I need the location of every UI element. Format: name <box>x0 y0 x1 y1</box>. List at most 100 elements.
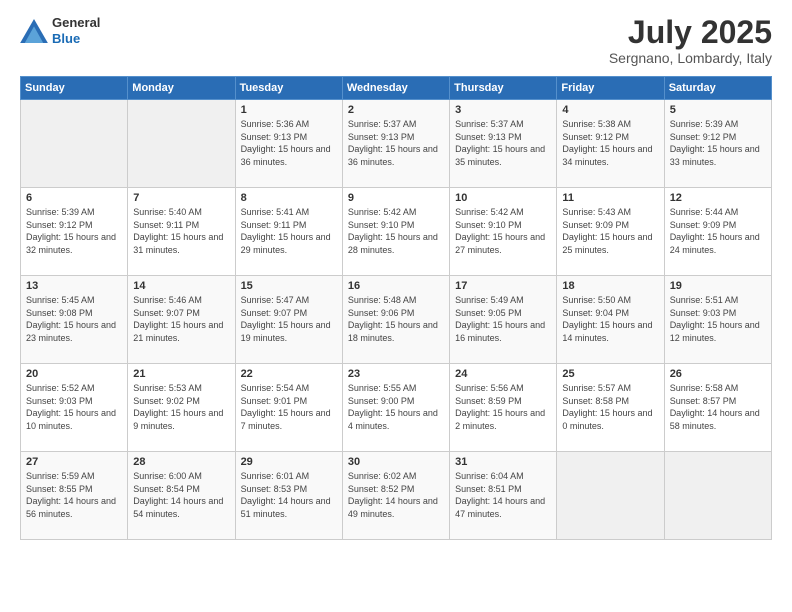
calendar-week-row: 27 Sunrise: 5:59 AM Sunset: 8:55 PM Dayli… <box>21 452 772 540</box>
logo-icon <box>20 19 48 43</box>
day-number: 24 <box>455 368 551 380</box>
day-number: 28 <box>133 456 229 468</box>
day-number: 26 <box>670 368 766 380</box>
day-info: Sunrise: 5:46 AM Sunset: 9:07 PM Dayligh… <box>133 294 229 344</box>
calendar-week-row: 6 Sunrise: 5:39 AM Sunset: 9:12 PM Daylig… <box>21 188 772 276</box>
calendar-cell: 13Sunrise: 5:45 AM Sunset: 9:08 PM Dayli… <box>21 276 128 364</box>
calendar-cell: 20 Sunrise: 5:52 AM Sunset: 9:03 PM Dayli… <box>21 364 128 452</box>
day-info: Sunrise: 5:40 AM Sunset: 9:11 PM Dayligh… <box>133 206 229 256</box>
day-number: 21 <box>133 368 229 380</box>
day-info: Sunrise: 5:38 AM Sunset: 9:12 PM Dayligh… <box>562 118 658 168</box>
calendar-cell: 28 Sunrise: 6:00 AM Sunset: 8:54 PM Dayli… <box>128 452 235 540</box>
month-title: July 2025 <box>609 15 772 50</box>
col-saturday: Saturday <box>664 77 771 100</box>
logo: General Blue <box>20 15 100 46</box>
day-number: 23 <box>348 368 444 380</box>
day-info: Sunrise: 5:58 AM Sunset: 8:57 PM Dayligh… <box>670 382 766 432</box>
day-number: 3 <box>455 104 551 116</box>
day-number: 18 <box>562 280 658 292</box>
calendar-cell: 8 Sunrise: 5:41 AM Sunset: 9:11 PM Daylig… <box>235 188 342 276</box>
calendar-cell <box>21 100 128 188</box>
calendar-cell: 27 Sunrise: 5:59 AM Sunset: 8:55 PM Dayli… <box>21 452 128 540</box>
calendar-cell: 26 Sunrise: 5:58 AM Sunset: 8:57 PM Dayli… <box>664 364 771 452</box>
day-info: Sunrise: 5:49 AM Sunset: 9:05 PM Dayligh… <box>455 294 551 344</box>
day-number: 27 <box>26 456 122 468</box>
day-number: 4 <box>562 104 658 116</box>
calendar-cell <box>557 452 664 540</box>
calendar-cell: 17 Sunrise: 5:49 AM Sunset: 9:05 PM Dayli… <box>450 276 557 364</box>
calendar-week-row: 1Sunrise: 5:36 AM Sunset: 9:13 PM Daylig… <box>21 100 772 188</box>
day-number: 15 <box>241 280 337 292</box>
header: General Blue July 2025 Sergnano, Lombard… <box>20 15 772 66</box>
day-number: 11 <box>562 192 658 204</box>
page: General Blue July 2025 Sergnano, Lombard… <box>0 0 792 612</box>
col-sunday: Sunday <box>21 77 128 100</box>
calendar-cell: 21 Sunrise: 5:53 AM Sunset: 9:02 PM Dayli… <box>128 364 235 452</box>
calendar-week-row: 20 Sunrise: 5:52 AM Sunset: 9:03 PM Dayli… <box>21 364 772 452</box>
day-info: Sunrise: 6:00 AM Sunset: 8:54 PM Dayligh… <box>133 470 229 520</box>
day-info: Sunrise: 6:01 AM Sunset: 8:53 PM Dayligh… <box>241 470 337 520</box>
day-info: Sunrise: 5:51 AM Sunset: 9:03 PM Dayligh… <box>670 294 766 344</box>
day-number: 17 <box>455 280 551 292</box>
day-info: Sunrise: 6:04 AM Sunset: 8:51 PM Dayligh… <box>455 470 551 520</box>
day-number: 31 <box>455 456 551 468</box>
calendar-cell: 3 Sunrise: 5:37 AM Sunset: 9:13 PM Daylig… <box>450 100 557 188</box>
day-info: Sunrise: 5:44 AM Sunset: 9:09 PM Dayligh… <box>670 206 766 256</box>
calendar-cell: 12 Sunrise: 5:44 AM Sunset: 9:09 PM Dayli… <box>664 188 771 276</box>
day-info: Sunrise: 5:39 AM Sunset: 9:12 PM Dayligh… <box>670 118 766 168</box>
day-number: 5 <box>670 104 766 116</box>
calendar-cell: 1Sunrise: 5:36 AM Sunset: 9:13 PM Daylig… <box>235 100 342 188</box>
day-number: 2 <box>348 104 444 116</box>
calendar-cell: 9 Sunrise: 5:42 AM Sunset: 9:10 PM Daylig… <box>342 188 449 276</box>
day-number: 20 <box>26 368 122 380</box>
calendar-cell: 29 Sunrise: 6:01 AM Sunset: 8:53 PM Dayli… <box>235 452 342 540</box>
calendar-cell <box>128 100 235 188</box>
calendar-cell: 4 Sunrise: 5:38 AM Sunset: 9:12 PM Daylig… <box>557 100 664 188</box>
day-number: 6 <box>26 192 122 204</box>
day-number: 30 <box>348 456 444 468</box>
calendar-cell: 10 Sunrise: 5:42 AM Sunset: 9:10 PM Dayli… <box>450 188 557 276</box>
day-info: Sunrise: 5:48 AM Sunset: 9:06 PM Dayligh… <box>348 294 444 344</box>
calendar-cell: 2 Sunrise: 5:37 AM Sunset: 9:13 PM Daylig… <box>342 100 449 188</box>
calendar: Sunday Monday Tuesday Wednesday Thursday… <box>20 76 772 540</box>
day-info: Sunrise: 5:59 AM Sunset: 8:55 PM Dayligh… <box>26 470 122 520</box>
calendar-cell: 7 Sunrise: 5:40 AM Sunset: 9:11 PM Daylig… <box>128 188 235 276</box>
day-info: Sunrise: 5:56 AM Sunset: 8:59 PM Dayligh… <box>455 382 551 432</box>
day-info: Sunrise: 5:53 AM Sunset: 9:02 PM Dayligh… <box>133 382 229 432</box>
title-block: July 2025 Sergnano, Lombardy, Italy <box>609 15 772 66</box>
day-number: 14 <box>133 280 229 292</box>
day-info: Sunrise: 5:57 AM Sunset: 8:58 PM Dayligh… <box>562 382 658 432</box>
day-number: 12 <box>670 192 766 204</box>
calendar-cell: 23Sunrise: 5:55 AM Sunset: 9:00 PM Dayli… <box>342 364 449 452</box>
day-info: Sunrise: 6:02 AM Sunset: 8:52 PM Dayligh… <box>348 470 444 520</box>
calendar-cell: 24 Sunrise: 5:56 AM Sunset: 8:59 PM Dayli… <box>450 364 557 452</box>
location-title: Sergnano, Lombardy, Italy <box>609 50 772 66</box>
day-info: Sunrise: 5:37 AM Sunset: 9:13 PM Dayligh… <box>455 118 551 168</box>
calendar-cell: 22Sunrise: 5:54 AM Sunset: 9:01 PM Dayli… <box>235 364 342 452</box>
calendar-header-row: Sunday Monday Tuesday Wednesday Thursday… <box>21 77 772 100</box>
calendar-cell: 25Sunrise: 5:57 AM Sunset: 8:58 PM Dayli… <box>557 364 664 452</box>
day-info: Sunrise: 5:41 AM Sunset: 9:11 PM Dayligh… <box>241 206 337 256</box>
day-info: Sunrise: 5:43 AM Sunset: 9:09 PM Dayligh… <box>562 206 658 256</box>
col-monday: Monday <box>128 77 235 100</box>
day-number: 7 <box>133 192 229 204</box>
calendar-cell: 18 Sunrise: 5:50 AM Sunset: 9:04 PM Dayli… <box>557 276 664 364</box>
day-info: Sunrise: 5:39 AM Sunset: 9:12 PM Dayligh… <box>26 206 122 256</box>
day-number: 13 <box>26 280 122 292</box>
day-number: 10 <box>455 192 551 204</box>
day-number: 8 <box>241 192 337 204</box>
col-wednesday: Wednesday <box>342 77 449 100</box>
day-info: Sunrise: 5:52 AM Sunset: 9:03 PM Dayligh… <box>26 382 122 432</box>
calendar-cell: 5 Sunrise: 5:39 AM Sunset: 9:12 PM Daylig… <box>664 100 771 188</box>
day-info: Sunrise: 5:42 AM Sunset: 9:10 PM Dayligh… <box>348 206 444 256</box>
day-number: 9 <box>348 192 444 204</box>
calendar-cell: 11 Sunrise: 5:43 AM Sunset: 9:09 PM Dayli… <box>557 188 664 276</box>
day-info: Sunrise: 5:50 AM Sunset: 9:04 PM Dayligh… <box>562 294 658 344</box>
day-number: 29 <box>241 456 337 468</box>
day-number: 19 <box>670 280 766 292</box>
day-info: Sunrise: 5:42 AM Sunset: 9:10 PM Dayligh… <box>455 206 551 256</box>
day-info: Sunrise: 5:37 AM Sunset: 9:13 PM Dayligh… <box>348 118 444 168</box>
col-tuesday: Tuesday <box>235 77 342 100</box>
calendar-cell: 16Sunrise: 5:48 AM Sunset: 9:06 PM Dayli… <box>342 276 449 364</box>
col-friday: Friday <box>557 77 664 100</box>
